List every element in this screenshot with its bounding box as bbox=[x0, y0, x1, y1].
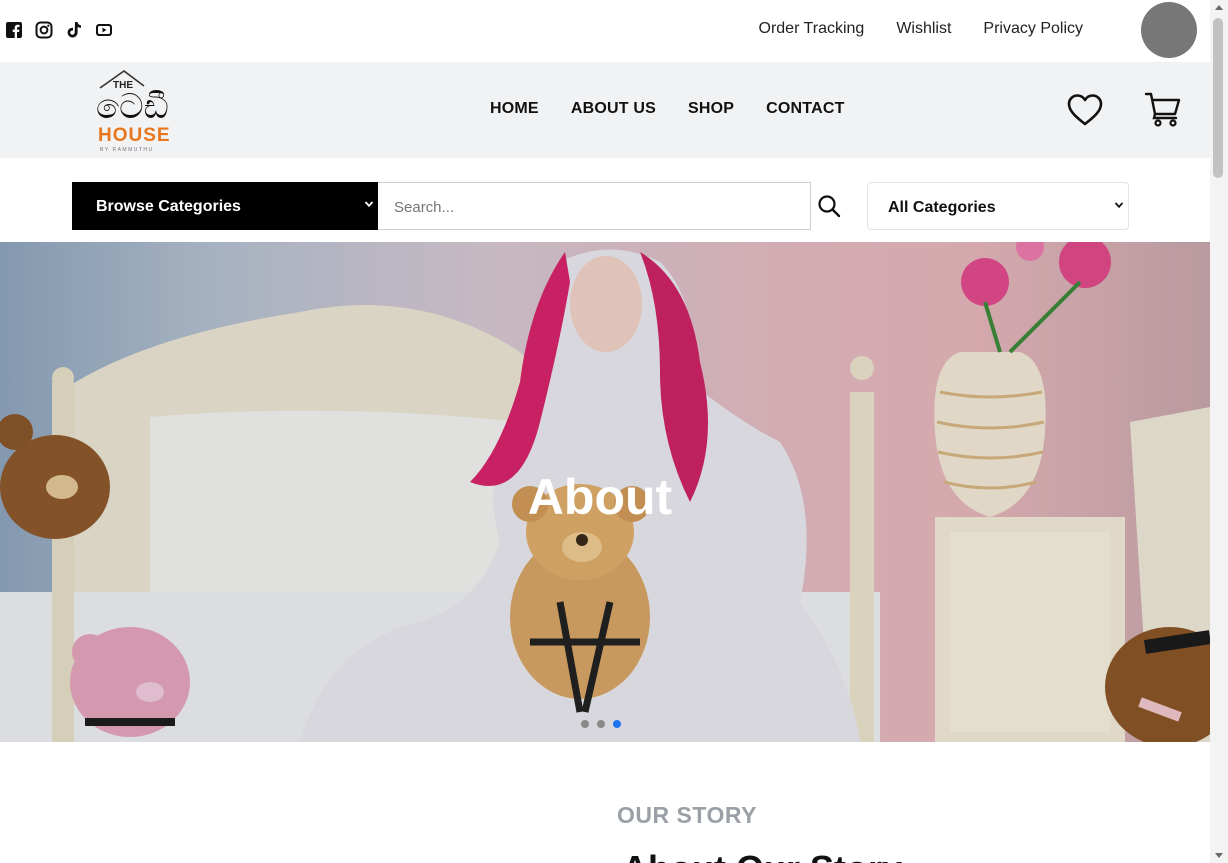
cart-icon[interactable] bbox=[1144, 91, 1182, 127]
chevron-down-icon bbox=[364, 201, 374, 208]
search-icon[interactable] bbox=[817, 194, 841, 218]
browse-categories-select[interactable]: Browse Categories bbox=[72, 182, 378, 230]
privacy-policy-link[interactable]: Privacy Policy bbox=[983, 20, 1083, 38]
section-label: OUR STORY bbox=[617, 802, 757, 828]
scroll-down-icon[interactable] bbox=[1215, 853, 1223, 858]
nav-shop[interactable]: SHOP bbox=[688, 100, 734, 118]
logo-script-text: ටෙඩී bbox=[96, 87, 169, 127]
scrollbar-thumb[interactable] bbox=[1213, 18, 1223, 178]
all-categories-label: All Categories bbox=[888, 199, 996, 216]
youtube-icon[interactable] bbox=[95, 21, 113, 39]
browse-categories-label: Browse Categories bbox=[96, 198, 241, 215]
logo-byline-text: BY RAMMUTHU bbox=[100, 147, 154, 153]
all-categories-select[interactable]: All Categories bbox=[867, 182, 1129, 230]
instagram-icon[interactable] bbox=[35, 21, 53, 39]
carousel-dot[interactable] bbox=[597, 720, 605, 728]
tiktok-icon[interactable] bbox=[65, 21, 83, 39]
carousel-dots bbox=[581, 720, 621, 728]
social-links bbox=[5, 21, 113, 39]
main-header: THE ටෙඩී HOUSE BY RAMMUTHU HOME ABOUT US… bbox=[0, 62, 1210, 158]
avatar[interactable] bbox=[1141, 2, 1197, 58]
nav-about-us[interactable]: ABOUT US bbox=[571, 100, 656, 118]
main-nav: HOME ABOUT US SHOP CONTACT bbox=[490, 100, 845, 118]
search-input[interactable] bbox=[394, 199, 794, 216]
logo[interactable]: THE ටෙඩී HOUSE BY RAMMUTHU bbox=[94, 68, 180, 154]
order-tracking-link[interactable]: Order Tracking bbox=[759, 20, 865, 38]
logo-house-text: HOUSE bbox=[98, 125, 171, 146]
nav-home[interactable]: HOME bbox=[490, 100, 539, 118]
section-title: About Our Story bbox=[622, 848, 902, 863]
search-field[interactable] bbox=[378, 182, 811, 230]
top-bar: Order Tracking Wishlist Privacy Policy bbox=[0, 0, 1210, 62]
hero-banner: About bbox=[0, 242, 1210, 742]
scroll-up-icon[interactable] bbox=[1215, 5, 1223, 10]
nav-contact[interactable]: CONTACT bbox=[766, 100, 844, 118]
carousel-dot-active[interactable] bbox=[613, 720, 621, 728]
hero-title: About bbox=[527, 469, 673, 525]
facebook-icon[interactable] bbox=[5, 21, 23, 39]
heart-icon[interactable] bbox=[1066, 93, 1104, 127]
chevron-down-icon bbox=[1114, 202, 1124, 209]
carousel-dot[interactable] bbox=[581, 720, 589, 728]
search-row: Browse Categories All Categories bbox=[0, 158, 1210, 242]
top-links: Order Tracking Wishlist Privacy Policy bbox=[759, 20, 1084, 38]
page-scrollbar[interactable] bbox=[1210, 0, 1228, 863]
wishlist-link[interactable]: Wishlist bbox=[896, 20, 951, 38]
